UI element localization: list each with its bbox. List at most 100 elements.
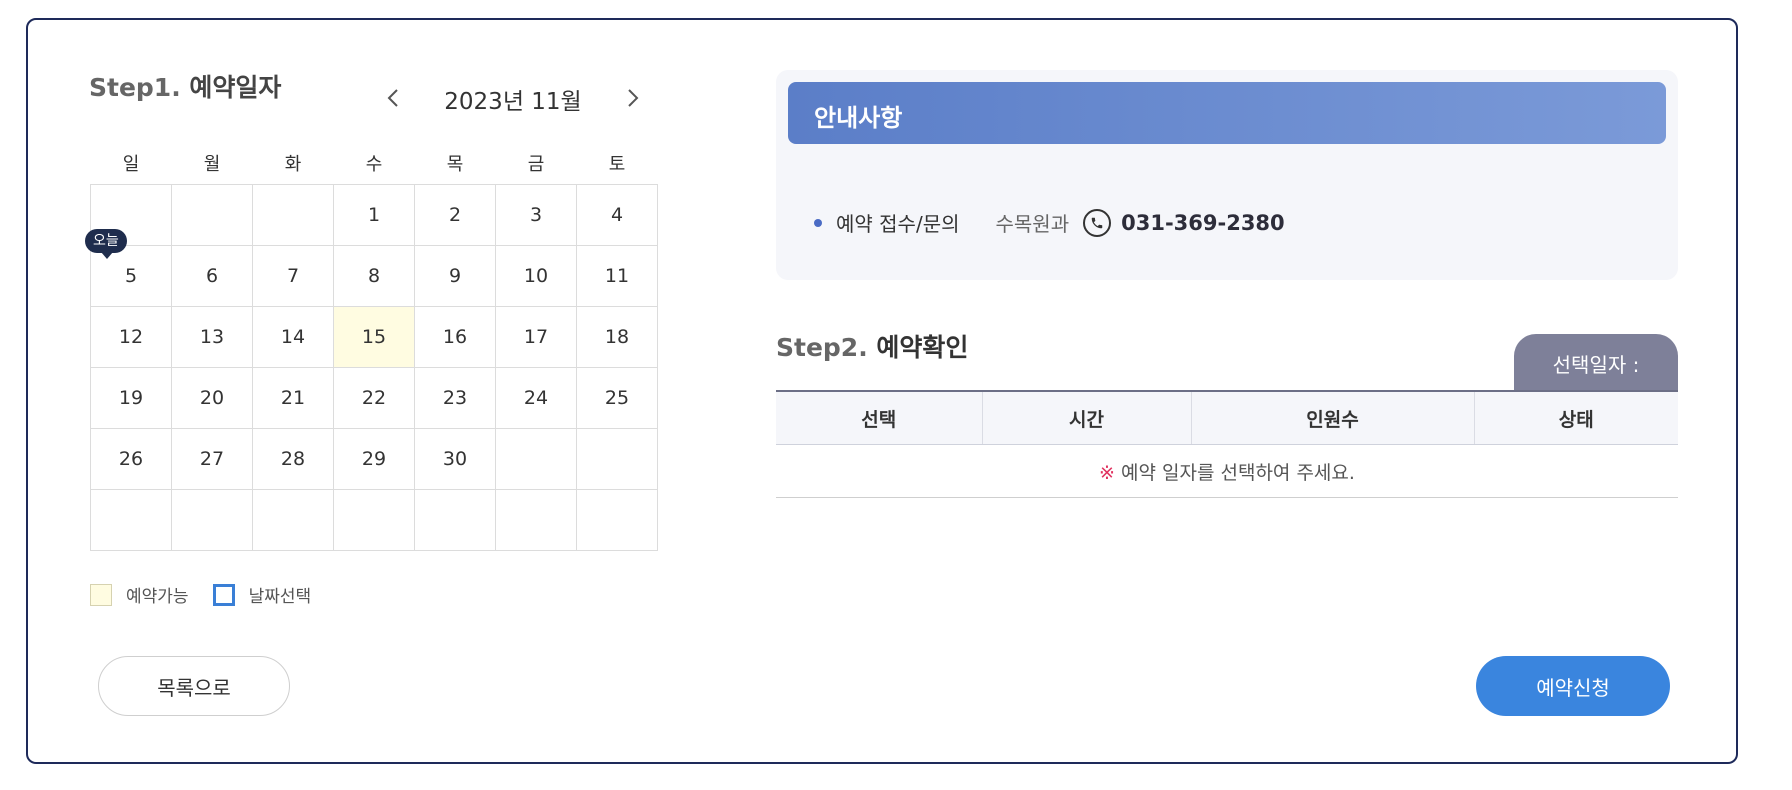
step2-title: Step2. 예약확인	[776, 328, 968, 364]
calendar-empty-cell	[576, 428, 658, 490]
calendar-empty-cell	[495, 428, 577, 490]
calendar-week-row: 1 2 3 4	[90, 184, 658, 246]
step1-label: 예약일자	[189, 73, 282, 102]
day-number: 11	[604, 265, 630, 287]
contact-phone-number[interactable]: 031-369-2380	[1121, 211, 1285, 235]
legend-selected-label: 날짜선택	[248, 587, 312, 607]
apply-reservation-button[interactable]: 예약신청	[1476, 656, 1670, 716]
day-number: 21	[280, 387, 306, 409]
day-number: 12	[118, 326, 144, 348]
day-number: 22	[361, 387, 387, 409]
selected-swatch	[212, 583, 235, 606]
legend-available: 예약가능	[90, 582, 189, 607]
day-number: 19	[118, 387, 144, 409]
calendar-day-12[interactable]: 12	[90, 306, 172, 368]
available-swatch	[90, 583, 112, 606]
calendar-empty-cell	[252, 489, 334, 551]
legend-available-label: 예약가능	[126, 587, 189, 607]
calendar-day-29[interactable]: 29	[333, 428, 415, 490]
calendar-day-14[interactable]: 14	[252, 306, 334, 368]
calendar-day-7[interactable]: 7	[252, 245, 334, 307]
col-select: 선택	[776, 390, 982, 445]
calendar-day-22[interactable]: 22	[333, 367, 415, 429]
calendar-day-6[interactable]: 6	[171, 245, 253, 307]
empty-message-cell: ※ 예약 일자를 선택하여 주세요.	[776, 444, 1678, 498]
step2-label: 예약확인	[876, 333, 969, 362]
step1-title: Step1. 예약일자	[89, 68, 281, 104]
calendar-day-18[interactable]: 18	[576, 306, 658, 368]
calendar-day-16[interactable]: 16	[414, 306, 496, 368]
day-number: 16	[442, 326, 468, 348]
back-to-list-button[interactable]: 목록으로	[98, 656, 290, 716]
calendar-day-25[interactable]: 25	[576, 367, 658, 429]
calendar-day-9[interactable]: 9	[414, 245, 496, 307]
calendar-day-23[interactable]: 23	[414, 367, 496, 429]
day-number: 26	[118, 448, 144, 470]
calendar-day-17[interactable]: 17	[495, 306, 577, 368]
calendar-day-2[interactable]: 2	[414, 184, 496, 246]
day-number: 6	[205, 265, 219, 287]
legend-selected: 날짜선택	[212, 582, 312, 607]
chevron-right-icon	[628, 89, 639, 107]
next-month-button[interactable]	[618, 78, 648, 118]
calendar-day-8[interactable]: 8	[333, 245, 415, 307]
calendar-day-26[interactable]: 26	[90, 428, 172, 490]
calendar-day-21[interactable]: 21	[252, 367, 334, 429]
calendar-legend: 예약가능 날짜선택	[90, 582, 335, 607]
calendar-day-10[interactable]: 10	[495, 245, 577, 307]
today-badge: 오늘	[85, 229, 127, 259]
calendar-day-15[interactable]: 15	[333, 306, 415, 368]
day-number: 28	[280, 448, 306, 470]
current-month: 2023년 11월	[444, 89, 582, 115]
calendar-day-19[interactable]: 19	[90, 367, 172, 429]
calendar-day-13[interactable]: 13	[171, 306, 253, 368]
day-number: 5	[124, 265, 138, 287]
calendar-week-row	[90, 489, 658, 551]
notice-box: 안내사항 예약 접수/문의 수목원과 031-369-2380	[776, 70, 1678, 280]
day-number: 24	[523, 387, 549, 409]
notice-header: 안내사항	[788, 82, 1666, 144]
calendar-day-24[interactable]: 24	[495, 367, 577, 429]
day-number: 14	[280, 326, 306, 348]
calendar-day-3[interactable]: 3	[495, 184, 577, 246]
reservation-header-row: 선택 시간 인원수 상태	[776, 390, 1678, 445]
weekday-tue: 화	[284, 154, 302, 175]
calendar-week-row: 26 27 28 29 30	[90, 428, 658, 490]
phone-icon	[1083, 208, 1112, 237]
empty-row: ※ 예약 일자를 선택하여 주세요.	[776, 444, 1678, 498]
day-number: 18	[604, 326, 630, 348]
calendar-grid: 일 월 화 수 목 금 토 1 2 3 4 5 오늘 6 7 8 9 10 11 12 13 14 15 16 1…	[85, 142, 658, 551]
day-number: 7	[286, 265, 300, 287]
contact-department: 수목원과	[995, 212, 1070, 236]
calendar-empty-cell	[171, 184, 253, 246]
calendar-day-27[interactable]: 27	[171, 428, 253, 490]
calendar-day-4[interactable]: 4	[576, 184, 658, 246]
day-number: 30	[442, 448, 468, 470]
calendar-day-28[interactable]: 28	[252, 428, 334, 490]
calendar-day-30[interactable]: 30	[414, 428, 496, 490]
day-number: 13	[199, 326, 225, 348]
day-number: 20	[199, 387, 225, 409]
calendar-navigation: 2023년 11월	[378, 78, 648, 118]
calendar-empty-cell	[171, 489, 253, 551]
calendar-empty-cell	[495, 489, 577, 551]
day-number: 8	[367, 265, 381, 287]
calendar-day-1[interactable]: 1	[333, 184, 415, 246]
day-number: 4	[610, 204, 624, 226]
day-number: 9	[448, 265, 462, 287]
day-number: 15	[361, 326, 387, 348]
weekday-wed: 수	[365, 154, 383, 175]
col-status: 상태	[1473, 390, 1678, 445]
day-number: 1	[367, 204, 381, 226]
bullet-icon	[814, 218, 822, 227]
weekday-sun: 일	[122, 154, 140, 175]
weekday-thu: 목	[446, 154, 464, 175]
calendar-day-20[interactable]: 20	[171, 367, 253, 429]
calendar-empty-cell	[576, 489, 658, 551]
day-number: 17	[523, 326, 549, 348]
calendar-day-11[interactable]: 11	[576, 245, 658, 307]
prev-month-button[interactable]	[378, 78, 408, 118]
calendar-day-5[interactable]: 5 오늘	[85, 229, 172, 307]
step2-number: Step2.	[776, 333, 868, 362]
calendar-week-row: 12 13 14 15 16 17 18	[90, 306, 658, 368]
